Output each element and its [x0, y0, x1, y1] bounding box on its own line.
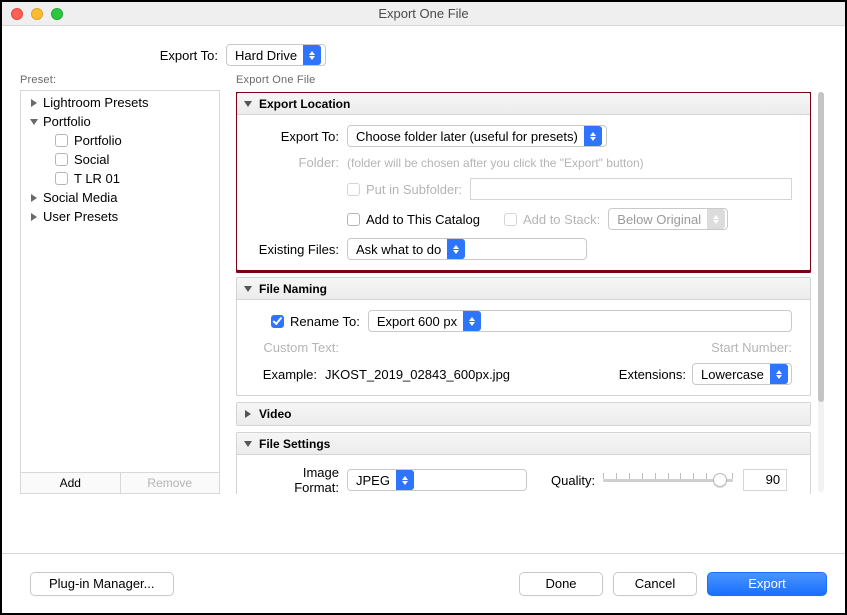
format-label: Image Format:: [255, 465, 347, 494]
triangle-down-icon: [244, 101, 252, 107]
section-export-location: Export Location Export To: Choose folder…: [236, 92, 811, 271]
existing-select[interactable]: Ask what to do: [347, 238, 587, 260]
zoom-icon[interactable]: [51, 8, 63, 20]
plugin-manager-button[interactable]: Plug-in Manager...: [30, 572, 174, 596]
rename-checkbox[interactable]: [271, 315, 284, 328]
add-catalog-label: Add to This Catalog: [366, 212, 480, 227]
preset-lightroom[interactable]: Lightroom Presets: [21, 93, 219, 112]
triangle-down-icon: [244, 286, 252, 292]
close-icon[interactable]: [11, 8, 23, 20]
preset-header: Preset:: [20, 74, 220, 86]
section-header-location[interactable]: Export Location: [237, 93, 810, 115]
stack-select: Below Original: [608, 208, 728, 230]
rename-label: Rename To:: [290, 314, 360, 329]
section-header-naming[interactable]: File Naming: [237, 278, 810, 300]
existing-label: Existing Files:: [255, 242, 347, 257]
start-number-label: Start Number:: [711, 340, 792, 355]
slider-knob[interactable]: [713, 473, 727, 487]
triangle-down-icon: [244, 441, 252, 447]
checkbox[interactable]: [55, 153, 68, 166]
titlebar: Export One File: [2, 2, 845, 26]
preset-social-child[interactable]: Social: [21, 150, 219, 169]
export-to-value: Hard Drive: [235, 48, 303, 63]
section-header-video[interactable]: Video: [237, 403, 810, 425]
quality-label: Quality:: [551, 473, 595, 488]
section-header-settings[interactable]: File Settings: [237, 433, 810, 455]
preset-portfolio[interactable]: Portfolio: [21, 112, 219, 131]
chevron-updown-icon: [584, 126, 602, 146]
extensions-label: Extensions:: [619, 367, 686, 382]
chevron-updown-icon: [447, 239, 465, 259]
quality-slider[interactable]: [603, 470, 733, 490]
preset-buttons: Add Remove: [20, 473, 220, 494]
remove-button: Remove: [120, 473, 220, 493]
subfolder-input: [470, 178, 792, 200]
triangle-right-icon: [31, 99, 37, 107]
add-stack-checkbox: [504, 213, 517, 226]
triangle-right-icon: [245, 410, 251, 418]
add-catalog-checkbox[interactable]: [347, 213, 360, 226]
window-title: Export One File: [2, 6, 845, 21]
scrollbar[interactable]: [818, 92, 824, 492]
section-video: Video: [236, 402, 811, 426]
chevron-updown-icon: [707, 209, 725, 229]
preset-panel: Preset: Lightroom Presets Portfolio Port…: [20, 74, 220, 494]
checkbox[interactable]: [55, 172, 68, 185]
quality-input[interactable]: 90: [743, 469, 787, 491]
rename-select[interactable]: Export 600 px: [368, 310, 792, 332]
loc-export-to-select[interactable]: Choose folder later (useful for presets): [347, 125, 607, 147]
cancel-button[interactable]: Cancel: [613, 572, 697, 596]
preset-social-media[interactable]: Social Media: [21, 188, 219, 207]
custom-text-label: Custom Text:: [255, 340, 347, 355]
triangle-right-icon: [31, 213, 37, 221]
chevron-updown-icon: [303, 45, 321, 65]
example-label: Example:: [255, 367, 325, 382]
preset-tlr01[interactable]: T LR 01: [21, 169, 219, 188]
section-file-naming: File Naming Rename To: Export 600 px Cus…: [236, 277, 811, 396]
export-to-row: Export To: Hard Drive: [2, 26, 845, 74]
checkbox[interactable]: [55, 134, 68, 147]
footer: Plug-in Manager... Done Cancel Export: [2, 553, 845, 613]
preset-user[interactable]: User Presets: [21, 207, 219, 226]
folder-label: Folder:: [255, 155, 347, 170]
window-controls: [11, 8, 63, 20]
scrollbar-thumb[interactable]: [818, 92, 824, 402]
subfolder-label: Put in Subfolder:: [366, 182, 462, 197]
add-button[interactable]: Add: [21, 473, 120, 493]
add-stack-label: Add to Stack:: [523, 212, 600, 227]
export-button[interactable]: Export: [707, 572, 827, 596]
export-to-label: Export To:: [2, 48, 226, 63]
preset-tree[interactable]: Lightroom Presets Portfolio Portfolio So…: [20, 90, 220, 473]
preset-portfolio-child[interactable]: Portfolio: [21, 131, 219, 150]
export-to-select[interactable]: Hard Drive: [226, 44, 326, 66]
format-select[interactable]: JPEG: [347, 469, 527, 491]
extensions-select[interactable]: Lowercase: [692, 363, 792, 385]
settings-header: Export One File: [236, 74, 827, 86]
section-file-settings: File Settings Image Format: JPEG Quality…: [236, 432, 811, 494]
example-value: JKOST_2019_02843_600px.jpg: [325, 367, 510, 382]
minimize-icon[interactable]: [31, 8, 43, 20]
done-button[interactable]: Done: [519, 572, 603, 596]
triangle-down-icon: [30, 119, 38, 125]
chevron-updown-icon: [396, 470, 414, 490]
chevron-updown-icon: [463, 311, 481, 331]
chevron-updown-icon: [770, 364, 788, 384]
folder-hint: (folder will be chosen after you click t…: [347, 156, 644, 170]
settings-panel: Export One File Export Location Export T…: [236, 74, 827, 494]
subfolder-checkbox: [347, 183, 360, 196]
triangle-right-icon: [31, 194, 37, 202]
loc-export-to-label: Export To:: [255, 129, 347, 144]
